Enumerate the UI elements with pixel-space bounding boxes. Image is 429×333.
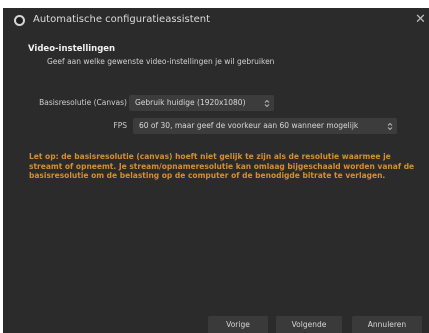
section-title: Video-instellingen xyxy=(28,44,116,54)
base-resolution-select[interactable]: Gebruik huidige (1920x1080) xyxy=(129,95,274,111)
cancel-button[interactable]: Annuleren xyxy=(352,316,422,333)
fps-label: FPS xyxy=(113,121,127,130)
base-resolution-label: Basisresolutie (Canvas) xyxy=(39,98,127,107)
close-button[interactable]: ✕ xyxy=(415,11,429,29)
window-title: Automatische configuratieassistent xyxy=(33,14,211,25)
back-button[interactable]: Vorige xyxy=(208,316,268,333)
frame-edge-top xyxy=(0,0,429,8)
base-resolution-value: Gebruik huidige (1920x1080) xyxy=(135,98,246,107)
obs-logo-icon xyxy=(14,15,25,26)
updown-chevron-icon xyxy=(260,95,274,111)
fps-value: 60 of 30, maar geef de voorkeur aan 60 w… xyxy=(139,121,359,130)
frame-edge-left xyxy=(0,0,3,333)
updown-chevron-icon xyxy=(383,118,397,134)
wizard-window: Automatische configuratieassistent ✕ Vid… xyxy=(0,0,429,333)
fps-select[interactable]: 60 of 30, maar geef de voorkeur aan 60 w… xyxy=(133,118,397,134)
canvas-resolution-warning: Let op: de basisresolutie (canvas) hoeft… xyxy=(29,152,415,180)
section-subtitle: Geef aan welke gewenste video-instelling… xyxy=(47,57,275,66)
next-button[interactable]: Volgende xyxy=(276,316,342,333)
